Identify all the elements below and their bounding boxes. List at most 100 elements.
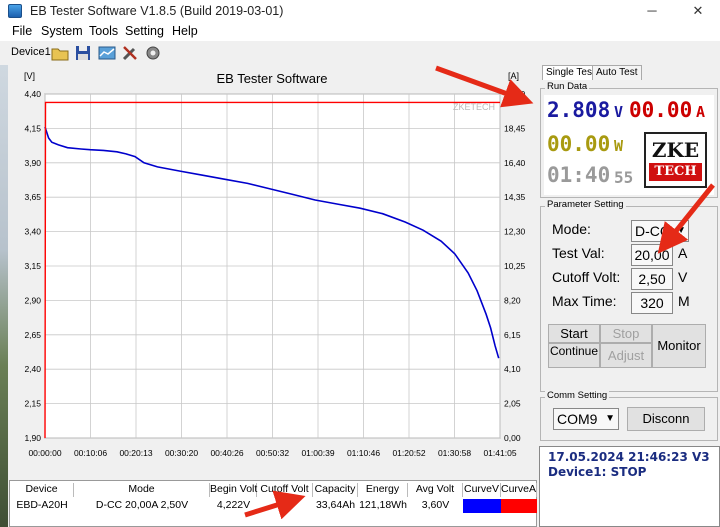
menu-file[interactable]: File <box>12 24 32 38</box>
menu-setting[interactable]: Setting <box>125 24 164 38</box>
gear-icon[interactable] <box>143 43 163 63</box>
x-tick-label: 01:41:05 <box>483 448 516 458</box>
x-tick-label: 00:40:26 <box>210 448 243 458</box>
max-time-unit: M <box>678 293 690 309</box>
x-tick-label: 01:10:46 <box>347 448 380 458</box>
y-tick-label: 3,90 <box>24 158 41 168</box>
x-tick-label: 01:00:39 <box>301 448 334 458</box>
table-cell-cutoff-volt: 2,5 <box>277 499 293 511</box>
table-cell-device: EBD-A20H <box>16 499 68 511</box>
table-cell-curve-v <box>463 499 501 513</box>
menu-bar: File System Tools Setting Help <box>0 22 720 41</box>
save-icon[interactable] <box>73 43 93 63</box>
table-header-capacity[interactable]: Capacity <box>313 483 358 497</box>
test-val-label: Test Val: <box>552 245 605 261</box>
table-cell-curve-a <box>501 499 537 513</box>
table-header-avg-volt[interactable]: Avg Volt <box>408 483 463 497</box>
toolbar: Device1 <box>0 41 538 65</box>
chart-icon[interactable] <box>97 43 117 63</box>
table-header-begin-volt[interactable]: Begin Volt <box>210 483 257 497</box>
x-tick-label: 00:30:20 <box>165 448 198 458</box>
test-val-input[interactable]: 20,00 <box>631 244 673 266</box>
voltage-unit: V <box>614 103 624 121</box>
open-folder-icon[interactable] <box>50 43 70 63</box>
chevron-down-icon: ▼ <box>605 413 615 424</box>
table-header-curve-v[interactable]: CurveV <box>463 483 501 497</box>
y2-tick-label: 14,35 <box>504 192 526 202</box>
run-data-title: Run Data <box>545 81 590 92</box>
y2-tick-label: 8,20 <box>504 295 521 305</box>
y2-tick-label: 10,25 <box>504 261 526 271</box>
chart-panel: 4,40 20,50 4,15 18,45 3,90 16,40 3,65 14,35 3,40… <box>9 65 537 480</box>
x-tick-label: 00:20:13 <box>119 448 152 458</box>
cutoff-volt-unit: V <box>678 269 688 285</box>
zketech-logo: ZKE TECH <box>644 132 707 188</box>
close-button[interactable]: ✕ <box>676 0 720 22</box>
y2-tick-label: 18,45 <box>504 123 526 133</box>
com-port-select[interactable]: COM9 ▼ <box>553 408 619 430</box>
cutoff-volt-label: Cutoff Volt: <box>552 269 621 285</box>
current-unit: A <box>696 103 706 121</box>
y-tick-label: 3,40 <box>24 227 41 237</box>
chart-title: EB Tester Software <box>216 71 327 86</box>
x-tick-label: 01:20:52 <box>392 448 425 458</box>
y2-tick-label: 2,05 <box>504 399 521 409</box>
y2-tick-label: 16,40 <box>504 158 526 168</box>
table-header-mode[interactable]: Mode <box>74 483 210 497</box>
start-button[interactable]: Start <box>548 324 600 343</box>
menu-tools[interactable]: Tools <box>89 24 118 38</box>
tools-icon[interactable] <box>120 43 140 63</box>
time-readout: 01:40 <box>547 163 611 187</box>
adjust-button[interactable]: Adjust <box>600 343 652 368</box>
menu-system[interactable]: System <box>41 24 83 38</box>
parameter-setting-group: Parameter Setting Mode: D-CC ▼ Test Val:… <box>540 199 718 392</box>
table-cell-avg-volt: 3,60V <box>421 499 450 511</box>
disconnect-button[interactable]: Disconn <box>627 407 705 431</box>
menu-help[interactable]: Help <box>172 24 198 38</box>
results-table: Device Mode Begin Volt Cutoff Volt Capacity E… <box>9 480 537 527</box>
cutoff-volt-input[interactable]: 2,50 <box>631 268 673 290</box>
voltage-current-chart: 4,40 20,50 4,15 18,45 3,90 16,40 3,65 14,35 3,40… <box>10 66 536 479</box>
comm-setting-title: Comm Setting <box>545 390 610 401</box>
mode-label: Mode: <box>552 221 591 237</box>
table-cell-mode: D-CC 20,00A 2,50V <box>95 499 189 511</box>
y-tick-label: 2,15 <box>24 399 41 409</box>
tab-auto-test[interactable]: Auto Test <box>592 65 642 80</box>
run-data-group: Run Data 2.808 V 00.00 A 00.00 W 01:40 5… <box>540 81 718 198</box>
y-tick-label: 4,15 <box>24 123 41 133</box>
stop-button[interactable]: Stop <box>600 324 652 343</box>
y-tick-label: 2,40 <box>24 364 41 374</box>
table-header-energy[interactable]: Energy <box>358 483 408 497</box>
tab-single-test[interactable]: Single Test <box>542 65 599 80</box>
y-tick-label: 1,90 <box>24 433 41 443</box>
continue-button[interactable]: Continue <box>548 343 600 368</box>
power-readout: 00.00 <box>547 132 611 156</box>
y2-tick-label: 4,10 <box>504 364 521 374</box>
time-seconds: 55 <box>614 168 634 187</box>
x-tick-label: 00:10:06 <box>74 448 107 458</box>
max-time-input[interactable]: 320 <box>631 292 673 314</box>
mode-select[interactable]: D-CC ▼ <box>631 220 689 242</box>
app-icon <box>8 4 22 18</box>
y2-tick-label: 0,00 <box>504 433 521 443</box>
table-header-cutoff-volt[interactable]: Cutoff Volt <box>257 483 313 497</box>
status-device-state: Device1: STOP <box>548 465 647 479</box>
power-unit: W <box>614 137 624 155</box>
monitor-button[interactable]: Monitor <box>652 324 706 368</box>
status-box: 17.05.2024 21:46:23 V3 Device1: STOP <box>539 446 720 527</box>
table-header-device[interactable]: Device <box>10 483 74 497</box>
parameter-setting-title: Parameter Setting <box>545 199 626 210</box>
right-axis-unit: [A] <box>508 71 519 81</box>
max-time-label: Max Time: <box>552 293 617 309</box>
window-title: EB Tester Software V1.8.5 (Build 2019-03… <box>30 4 284 18</box>
device-selector[interactable]: Device1 <box>11 46 51 58</box>
table-header-curve-a[interactable]: CurveA <box>501 483 537 497</box>
status-datetime: 17.05.2024 21:46:23 V3 <box>548 450 710 464</box>
title-bar: EB Tester Software V1.8.5 (Build 2019-03… <box>0 0 720 22</box>
left-axis-unit: [V] <box>24 71 35 81</box>
chevron-down-icon: ▼ <box>676 225 686 236</box>
test-val-unit: A <box>678 245 688 261</box>
y-tick-label: 4,40 <box>24 89 41 99</box>
y2-tick-label: 6,15 <box>504 330 521 340</box>
x-tick-label: 01:30:58 <box>438 448 471 458</box>
